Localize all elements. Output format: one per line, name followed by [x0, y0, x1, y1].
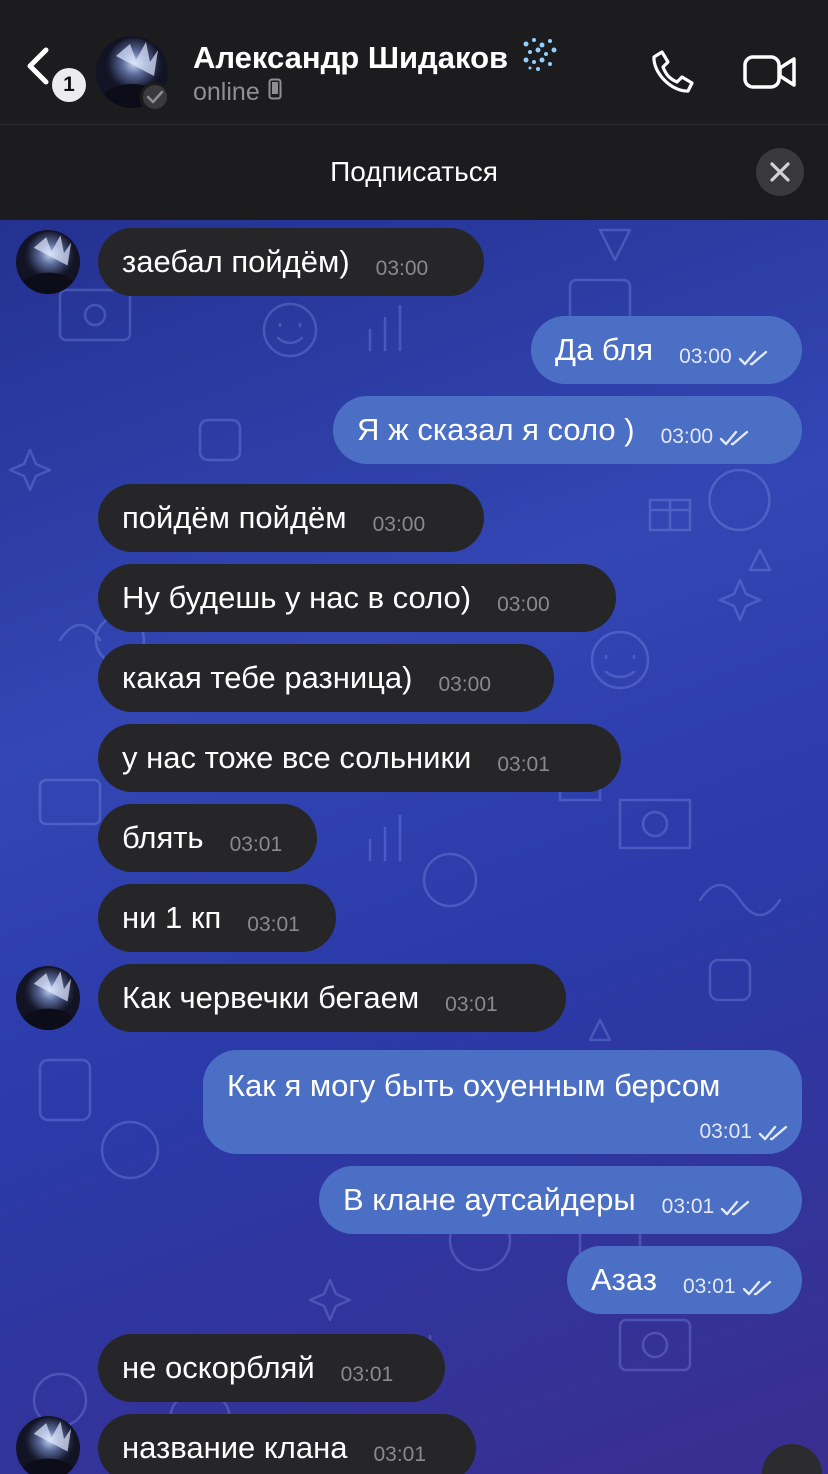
outgoing-message[interactable]: В клане аутсайдеры 03:01 [319, 1166, 802, 1234]
message-text: Как червечки бегаем [122, 980, 420, 1015]
double-check-icon [758, 1114, 790, 1150]
outgoing-message[interactable]: Как я могу быть охуенным берсом 03:01 [203, 1050, 802, 1154]
chat-header: 1 Александр Шидаков online [0, 0, 828, 125]
message-text: Я ж сказал я соло ) [357, 412, 635, 447]
message-text: блять [122, 820, 204, 855]
double-check-icon [719, 419, 751, 455]
incoming-message[interactable]: не оскорбляй 03:01 [98, 1334, 445, 1402]
double-check-icon [742, 1269, 774, 1305]
sender-avatar[interactable] [16, 230, 80, 294]
message-time: 03:00 [660, 425, 714, 448]
mobile-device-icon [268, 78, 282, 107]
incoming-message[interactable]: Как червечки бегаем 03:01 [98, 964, 566, 1032]
incoming-message[interactable]: у нас тоже все сольники 03:01 [98, 724, 621, 792]
double-check-icon [720, 1189, 752, 1225]
back-button[interactable]: 1 [18, 32, 86, 102]
message-time: 03:00 [375, 257, 429, 280]
message-time: 03:00 [497, 593, 550, 616]
message-time: 03:01 [373, 1443, 427, 1466]
contact-name-text: Александр Шидаков [193, 40, 509, 75]
incoming-message[interactable]: блять 03:01 [98, 804, 317, 872]
verified-check-icon [140, 82, 170, 112]
message-text: у нас тоже все сольники [122, 740, 472, 775]
message-text: Как я могу быть охуенным берсом [227, 1068, 721, 1103]
call-button[interactable] [648, 48, 696, 101]
message-text: не оскорбляй [122, 1350, 315, 1385]
message-time: 03:01 [699, 1120, 752, 1143]
outgoing-message[interactable]: Да бля 03:00 [531, 316, 802, 384]
message-time: 03:00 [679, 345, 732, 368]
message-time: 03:00 [438, 673, 492, 696]
message-text: название клана [122, 1430, 348, 1465]
subscribe-bar: Подписаться [0, 126, 828, 220]
message-text: В клане аутсайдеры [343, 1182, 636, 1217]
video-camera-icon [743, 55, 796, 89]
status-text: online [193, 78, 260, 106]
message-time: 03:01 [497, 753, 550, 776]
outgoing-message[interactable]: Азаз 03:01 [567, 1246, 802, 1314]
message-text: какая тебе разница) [122, 660, 413, 695]
incoming-message[interactable]: заебал пойдём) 03:00 [98, 228, 484, 296]
unread-badge: 1 [52, 68, 86, 102]
message-time: 03:01 [661, 1195, 715, 1218]
message-text: заебал пойдём) [122, 244, 350, 279]
incoming-message[interactable]: название клана 03:01 [98, 1414, 476, 1474]
incoming-message[interactable]: пойдём пойдём 03:00 [98, 484, 484, 552]
presence-status: online [193, 78, 282, 107]
subscribe-button[interactable]: Подписаться [0, 156, 828, 188]
incoming-message[interactable]: Ну будешь у нас в соло) 03:00 [98, 564, 616, 632]
phone-icon [652, 50, 694, 93]
message-time: 03:01 [683, 1275, 736, 1298]
video-call-button[interactable] [742, 52, 798, 97]
incoming-message[interactable]: какая тебе разница) 03:00 [98, 644, 554, 712]
message-text: Азаз [591, 1262, 657, 1297]
message-time: 03:01 [247, 913, 300, 936]
outgoing-message[interactable]: Я ж сказал я соло ) 03:00 [333, 396, 802, 464]
sparkles-emoji-icon [520, 36, 558, 80]
message-text: Да бля [555, 332, 654, 367]
sender-avatar[interactable] [16, 966, 80, 1030]
message-time: 03:01 [229, 833, 283, 856]
double-check-icon [738, 339, 770, 375]
message-time: 03:01 [445, 993, 498, 1016]
contact-name[interactable]: Александр Шидаков [193, 36, 558, 80]
back-chevron-icon [27, 47, 49, 85]
incoming-message[interactable]: ни 1 кп 03:01 [98, 884, 336, 952]
message-text: пойдём пойдём [122, 500, 347, 535]
chat-area[interactable]: заебал пойдём) 03:00 Да бля 03:00 Я ж ск… [0, 220, 828, 1474]
close-subscribe-button[interactable] [756, 148, 804, 196]
message-time: 03:01 [340, 1363, 394, 1386]
message-text: Ну будешь у нас в соло) [122, 580, 472, 615]
message-text: ни 1 кп [122, 900, 222, 935]
sender-avatar[interactable] [16, 1416, 80, 1474]
message-time: 03:00 [372, 513, 426, 536]
close-icon [770, 162, 790, 182]
